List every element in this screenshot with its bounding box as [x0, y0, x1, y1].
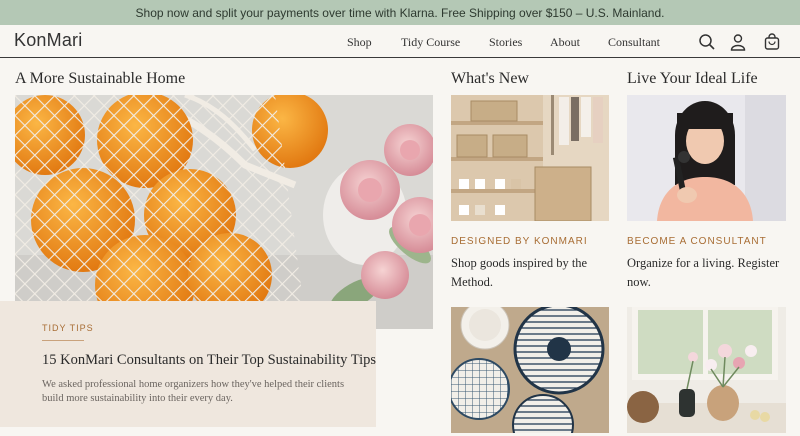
ideal-life-blurb[interactable]: Organize for a living. Register now. — [627, 254, 787, 292]
plates-illustration — [451, 307, 609, 433]
whats-new-eyebrow: DESIGNED BY KONMARI — [451, 236, 588, 247]
consultant-portrait-image[interactable] — [627, 95, 786, 221]
ideal-life-eyebrow: BECOME A CONSULTANT — [627, 236, 767, 247]
portrait-illustration — [627, 95, 786, 221]
card-title[interactable]: 15 KonMari Consultants on Their Top Sust… — [42, 352, 376, 369]
nav-tidy-course[interactable]: Tidy Course — [401, 35, 460, 50]
whats-new-blurb[interactable]: Shop goods inspired by the Method. — [451, 254, 601, 292]
nav-consultant[interactable]: Consultant — [608, 35, 660, 50]
windowsill-flowers-image[interactable] — [627, 307, 786, 433]
flowers-illustration — [627, 307, 786, 433]
tidy-tips-card[interactable]: TIDY TIPS 15 KonMari Consultants on Thei… — [0, 301, 376, 427]
card-description: We asked professional home organizers ho… — [42, 379, 345, 404]
search-icon[interactable] — [698, 33, 716, 51]
account-icon[interactable] — [729, 33, 747, 51]
hero-oranges-image[interactable] — [15, 95, 433, 329]
section-heading-whats-new: What's New — [451, 70, 529, 87]
nav-stories[interactable]: Stories — [489, 35, 522, 50]
closet-shelves-image[interactable] — [451, 95, 609, 221]
nav-shop[interactable]: Shop — [347, 35, 372, 50]
section-heading-ideal-life: Live Your Ideal Life — [627, 70, 758, 87]
promo-text: Shop now and split your payments over ti… — [135, 5, 665, 20]
ceramic-plates-image[interactable] — [451, 307, 609, 433]
card-divider — [42, 340, 84, 341]
nav-about[interactable]: About — [550, 35, 580, 50]
closet-illustration — [451, 95, 609, 221]
bag-icon[interactable] — [763, 33, 781, 51]
promo-banner[interactable]: Shop now and split your payments over ti… — [0, 0, 800, 25]
section-heading-sustainable: A More Sustainable Home — [15, 70, 186, 87]
konmari-logo[interactable]: KonMari — [14, 30, 82, 51]
site-header: KonMari Shop Tidy Course Stories About C… — [0, 25, 800, 58]
card-tag: TIDY TIPS — [42, 323, 94, 333]
hero-illustration — [15, 95, 433, 329]
